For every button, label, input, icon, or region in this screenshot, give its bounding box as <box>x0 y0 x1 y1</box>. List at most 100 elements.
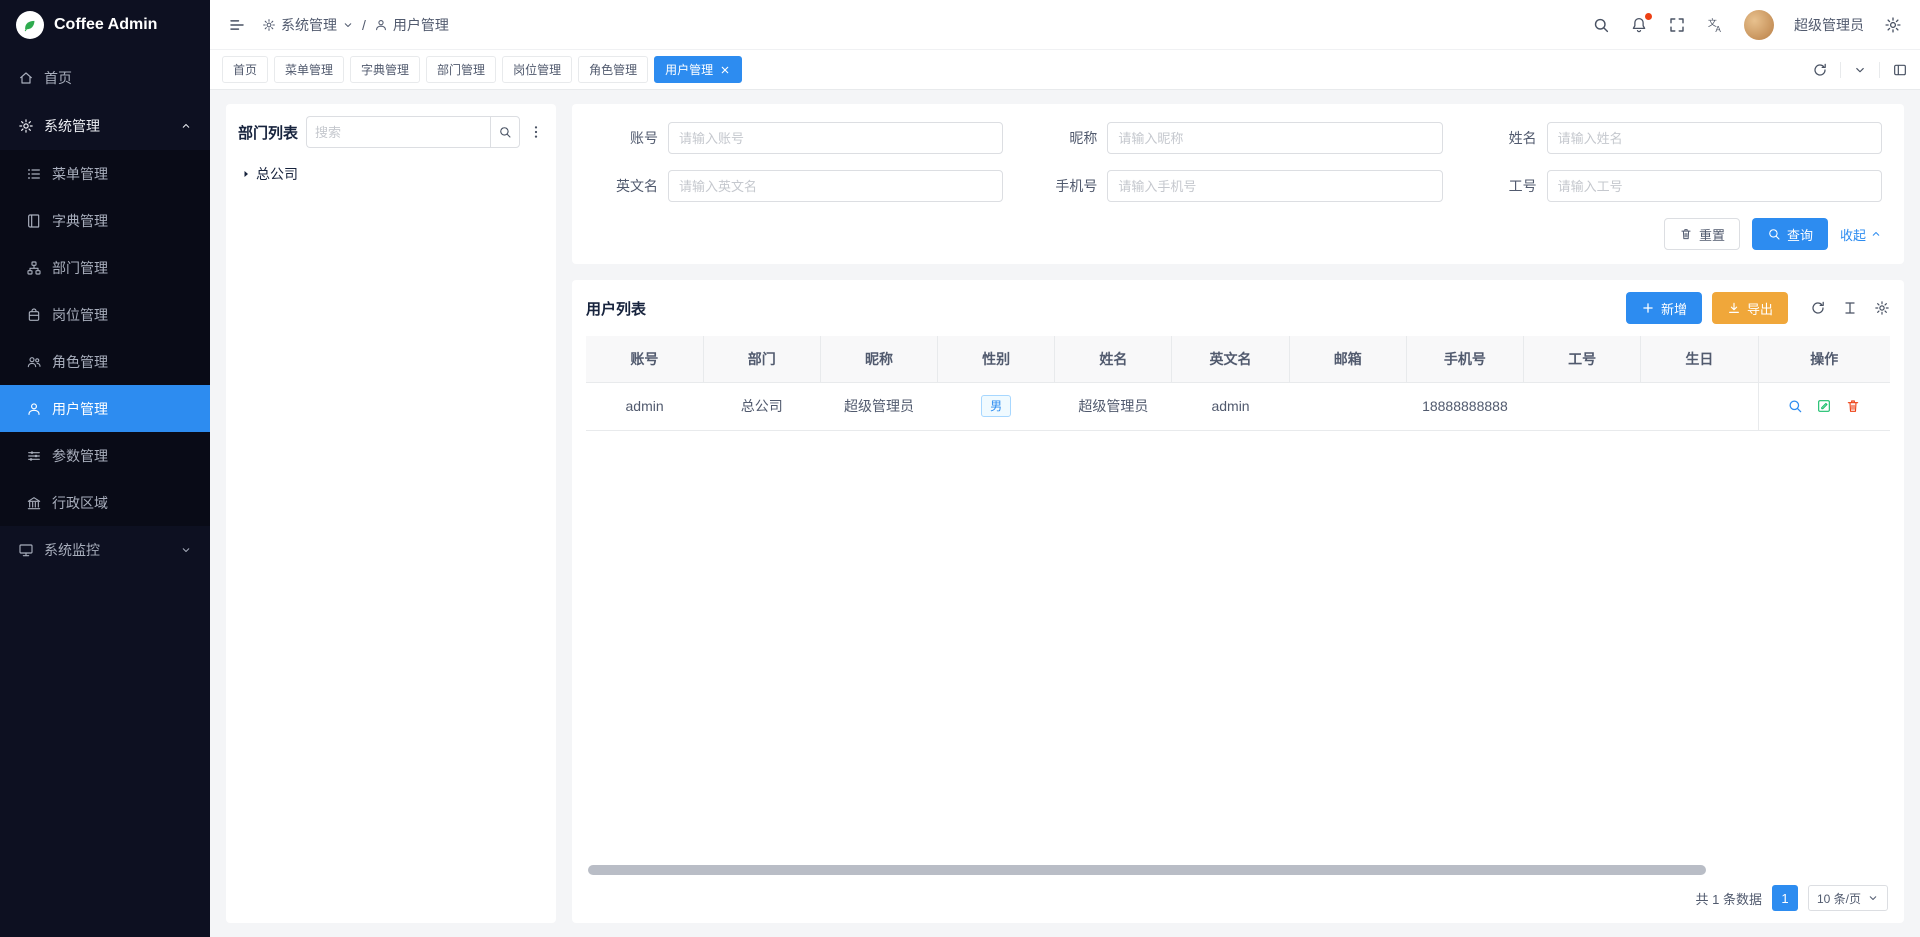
app-title: Coffee Admin <box>54 16 157 34</box>
tab-post-management[interactable]: 岗位管理 <box>502 56 572 83</box>
tree-node-root[interactable]: 总公司 <box>238 160 544 188</box>
collapse-sidebar-button[interactable] <box>228 16 246 34</box>
chevron-down-icon <box>1867 892 1879 904</box>
sidebar-item-label: 角色管理 <box>52 352 108 372</box>
add-button[interactable]: 新增 <box>1626 292 1702 324</box>
sidebar: Coffee Admin 首页 系统管理 菜单管理 字典管理 部门管理 <box>0 0 210 937</box>
collapse-filter-link[interactable]: 收起 <box>1840 225 1882 244</box>
username[interactable]: 超级管理员 <box>1794 15 1864 35</box>
field-label: 英文名 <box>594 176 658 196</box>
download-icon <box>1727 301 1741 315</box>
field-label: 手机号 <box>1033 176 1097 196</box>
delete-trash-icon[interactable] <box>1845 398 1861 414</box>
main-area: 系统管理 / 用户管理 超级管理员 首页 菜单管理 字典管理 部门管理 岗位管理… <box>210 0 1920 937</box>
sidebar-item-dict-management[interactable]: 字典管理 <box>0 197 210 244</box>
sidebar-item-home[interactable]: 首页 <box>0 54 210 102</box>
field-job-number: 工号 <box>1473 170 1882 202</box>
tab-dict-management[interactable]: 字典管理 <box>350 56 420 83</box>
tab-role-management[interactable]: 角色管理 <box>578 56 648 83</box>
close-icon[interactable] <box>719 64 731 76</box>
sidebar-item-system-monitor[interactable]: 系统监控 <box>0 526 210 574</box>
sidebar-item-system-management[interactable]: 系统管理 <box>0 102 210 150</box>
field-nickname: 昵称 <box>1033 122 1442 154</box>
page-size-select[interactable]: 10 条/页 <box>1808 885 1888 911</box>
sidebar-item-role-management[interactable]: 角色管理 <box>0 338 210 385</box>
breadcrumb: 系统管理 / 用户管理 <box>262 15 449 35</box>
account-input[interactable] <box>668 122 1003 154</box>
search-icon <box>498 125 512 139</box>
notification-dot <box>1645 13 1652 20</box>
dept-search-button[interactable] <box>490 116 520 148</box>
dept-panel: 部门列表 总公司 <box>226 104 556 923</box>
cell-account: admin <box>586 382 703 430</box>
table-settings-gear-icon[interactable] <box>1874 300 1890 316</box>
name-input[interactable] <box>1547 122 1882 154</box>
page-size-value: 10 条/页 <box>1817 890 1861 907</box>
breadcrumb-separator: / <box>362 17 366 33</box>
column-header: 手机号 <box>1406 336 1523 382</box>
refresh-icon[interactable] <box>1812 62 1828 78</box>
user-icon <box>374 18 388 32</box>
cell-dept: 总公司 <box>703 382 820 430</box>
tab-home[interactable]: 首页 <box>222 56 268 83</box>
chevron-down-icon <box>180 544 192 556</box>
tabs-dropdown-chevron-icon[interactable] <box>1853 63 1867 77</box>
breadcrumb-system-management[interactable]: 系统管理 <box>262 15 354 35</box>
table-row: admin 总公司 超级管理员 男 超级管理员 admin 1888888888… <box>586 382 1890 430</box>
tab-user-management[interactable]: 用户管理 <box>654 56 742 83</box>
query-button-label: 查询 <box>1787 225 1813 244</box>
translate-icon[interactable] <box>1706 16 1724 34</box>
caret-right-icon[interactable] <box>240 168 252 180</box>
cell-english-name: admin <box>1172 382 1289 430</box>
column-header: 英文名 <box>1172 336 1289 382</box>
more-options-icon[interactable] <box>528 124 544 140</box>
sidebar-item-user-management[interactable]: 用户管理 <box>0 385 210 432</box>
english-name-input[interactable] <box>668 170 1003 202</box>
pagination-page-1[interactable]: 1 <box>1772 885 1798 911</box>
sidebar-item-dept-management[interactable]: 部门管理 <box>0 244 210 291</box>
column-header-actions: 操作 <box>1758 336 1890 382</box>
horizontal-scrollbar <box>588 865 1888 875</box>
sidebar-item-admin-region[interactable]: 行政区域 <box>0 479 210 526</box>
dept-search-input[interactable] <box>306 116 490 148</box>
reset-button[interactable]: 重置 <box>1664 218 1740 250</box>
list-icon <box>26 166 42 182</box>
breadcrumb-user-management[interactable]: 用户管理 <box>374 15 449 35</box>
field-phone: 手机号 <box>1033 170 1442 202</box>
nickname-input[interactable] <box>1107 122 1442 154</box>
breadcrumb-label: 系统管理 <box>281 15 337 35</box>
notification-bell-icon[interactable] <box>1630 16 1648 34</box>
cell-gender: 男 <box>938 382 1055 430</box>
sliders-icon <box>26 448 42 464</box>
breadcrumb-label: 用户管理 <box>393 15 449 35</box>
tab-label: 部门管理 <box>437 61 485 78</box>
refresh-icon[interactable] <box>1810 300 1826 316</box>
right-column: 账号 昵称 姓名 英文名 <box>572 104 1904 923</box>
horizontal-scrollbar-thumb[interactable] <box>588 865 1706 875</box>
sidebar-menu: 首页 系统管理 菜单管理 字典管理 部门管理 岗位管理 <box>0 50 210 937</box>
search-icon[interactable] <box>1592 16 1610 34</box>
sidebar-item-label: 行政区域 <box>52 493 108 513</box>
sidebar-item-label: 岗位管理 <box>52 305 108 325</box>
column-settings-icon[interactable] <box>1842 300 1858 316</box>
tab-menu-management[interactable]: 菜单管理 <box>274 56 344 83</box>
fullscreen-icon[interactable] <box>1668 16 1686 34</box>
sidebar-item-menu-management[interactable]: 菜单管理 <box>0 150 210 197</box>
avatar[interactable] <box>1744 10 1774 40</box>
query-button[interactable]: 查询 <box>1752 218 1828 250</box>
export-button[interactable]: 导出 <box>1712 292 1788 324</box>
sidebar-item-param-management[interactable]: 参数管理 <box>0 432 210 479</box>
monitor-icon <box>18 542 34 558</box>
coffee-logo-icon <box>16 11 44 39</box>
edit-icon[interactable] <box>1816 398 1832 414</box>
tab-dept-management[interactable]: 部门管理 <box>426 56 496 83</box>
people-icon <box>26 354 42 370</box>
layout-panel-icon[interactable] <box>1879 62 1908 78</box>
sidebar-item-post-management[interactable]: 岗位管理 <box>0 291 210 338</box>
settings-gear-icon[interactable] <box>1884 16 1902 34</box>
search-filter-card: 账号 昵称 姓名 英文名 <box>572 104 1904 264</box>
phone-input[interactable] <box>1107 170 1442 202</box>
view-magnifier-icon[interactable] <box>1787 398 1803 414</box>
sidebar-item-label: 系统管理 <box>44 116 100 136</box>
job-number-input[interactable] <box>1547 170 1882 202</box>
